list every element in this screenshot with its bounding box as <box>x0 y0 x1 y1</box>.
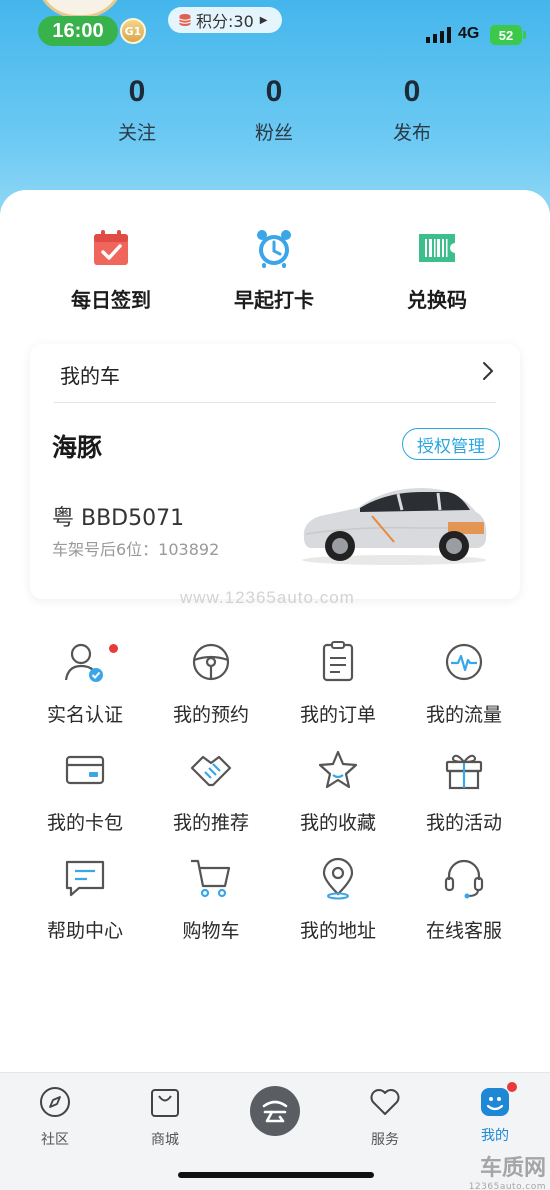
license-plate: 粤 BBD5071 <box>52 506 185 531</box>
tab-mine[interactable]: 我的 <box>455 1082 535 1145</box>
my-referrals[interactable]: 我的推荐 <box>147 748 275 840</box>
home-indicator <box>178 1172 374 1178</box>
tab-label: 我的 <box>481 1128 509 1144</box>
my-car-header[interactable]: 我的车 <box>60 360 120 389</box>
quick-action-label: 每日签到 <box>71 288 151 312</box>
service-label: 我的活动 <box>425 812 502 834</box>
quick-action-label: 兑换码 <box>407 288 467 312</box>
points-label: 积分:30 <box>196 12 254 31</box>
status-bar: 16:00 G1 积分:30 ▶ 4G 52 <box>0 0 550 60</box>
my-address[interactable]: 我的地址 <box>274 856 402 948</box>
handshake-icon <box>190 755 232 787</box>
brand-watermark-url: 12365auto.com <box>468 1182 546 1190</box>
coin-stack-icon <box>179 14 191 26</box>
my-data-usage[interactable]: 我的流量 <box>400 640 528 732</box>
battery-indicator: 52 <box>490 25 526 45</box>
divider <box>54 402 496 403</box>
cloud-logo-icon <box>262 1100 288 1123</box>
daily-checkin-button[interactable]: 每日签到 <box>36 228 186 313</box>
calendar-check-icon <box>94 230 128 265</box>
star-icon <box>318 750 358 789</box>
stat-value: 0 <box>128 75 146 108</box>
caret-right-icon: ▶ <box>259 14 268 26</box>
status-time: 16:00 <box>38 16 118 46</box>
quick-action-label: 早起打卡 <box>234 288 314 312</box>
stat-label: 发布 <box>392 122 431 144</box>
stat-label: 关注 <box>117 122 156 144</box>
steering-wheel-icon <box>192 643 230 681</box>
alarm-clock-icon <box>257 230 291 268</box>
stat-value: 0 <box>403 75 421 108</box>
service-label: 帮助中心 <box>46 920 123 942</box>
barcode-ticket-icon <box>419 234 455 262</box>
profile-icon <box>481 1088 509 1116</box>
vin-last-six: 车架号后6位：103892 <box>52 540 220 559</box>
stat-followers[interactable]: 0 粉丝 <box>219 72 329 145</box>
service-label: 实名认证 <box>46 704 123 726</box>
tab-label: 服务 <box>371 1132 399 1148</box>
redeem-code-button[interactable]: 兑换码 <box>362 228 512 313</box>
my-activities[interactable]: 我的活动 <box>400 748 528 840</box>
heart-icon <box>370 1089 400 1115</box>
tab-label: 社区 <box>41 1132 69 1148</box>
tab-mall[interactable]: 商城 <box>125 1085 205 1149</box>
my-favorites[interactable]: 我的收藏 <box>274 748 402 840</box>
my-card-wallet[interactable]: 我的卡包 <box>21 748 149 840</box>
signal-icon <box>426 27 451 43</box>
service-label: 购物车 <box>182 920 240 942</box>
notification-dot <box>507 1082 517 1092</box>
quick-actions: 每日签到 早起打卡 兑换码 <box>0 228 550 318</box>
user-verified-icon <box>64 643 103 682</box>
shopping-cart-icon <box>191 859 231 898</box>
stat-posts[interactable]: 0 发布 <box>357 72 467 145</box>
car-model-name: 海豚 <box>52 433 103 462</box>
service-label: 我的预约 <box>172 704 249 726</box>
stat-following[interactable]: 0 关注 <box>82 72 192 145</box>
service-label: 在线客服 <box>425 920 502 942</box>
early-rise-button[interactable]: 早起打卡 <box>199 228 349 313</box>
watermark-text: www.12365auto.com <box>180 588 355 607</box>
service-label: 我的地址 <box>299 920 376 942</box>
stat-label: 粉丝 <box>254 122 293 144</box>
brand-watermark-text: 车质网 <box>479 1156 546 1181</box>
location-pin-icon <box>322 857 354 900</box>
points-button[interactable]: 积分:30 ▶ <box>168 7 282 33</box>
tab-service[interactable]: 服务 <box>345 1085 425 1149</box>
tab-home-center[interactable] <box>250 1086 300 1136</box>
help-center[interactable]: 帮助中心 <box>21 856 149 948</box>
authorization-management-button[interactable]: 授权管理 <box>402 428 500 460</box>
service-label: 我的收藏 <box>299 812 376 834</box>
compass-icon <box>40 1087 70 1117</box>
my-orders[interactable]: 我的订单 <box>274 640 402 732</box>
chat-bubble-icon <box>65 860 105 897</box>
notification-dot <box>109 644 118 653</box>
chevron-right-icon[interactable] <box>478 358 498 384</box>
service-label: 我的订单 <box>299 704 376 726</box>
service-label: 我的流量 <box>425 704 502 726</box>
shopping-bag-icon <box>151 1089 179 1117</box>
order-list-icon <box>322 641 354 682</box>
shopping-cart[interactable]: 购物车 <box>147 856 275 948</box>
stat-value: 0 <box>265 75 283 108</box>
gift-icon <box>445 754 483 790</box>
my-car-card[interactable]: 我的车 海豚 授权管理 粤 BBD5071 车架号后6位：103892 <box>30 344 520 599</box>
card-wallet-icon <box>65 755 105 785</box>
real-name-verification[interactable]: 实名认证 <box>21 640 149 732</box>
data-pulse-icon <box>445 643 483 681</box>
my-appointments[interactable]: 我的预约 <box>147 640 275 732</box>
brand-watermark: 车质网 12365auto.com <box>460 1150 546 1190</box>
headset-icon <box>444 859 484 899</box>
car-image <box>302 488 487 565</box>
service-label: 我的卡包 <box>46 812 123 834</box>
online-customer-service[interactable]: 在线客服 <box>400 856 528 948</box>
tab-community[interactable]: 社区 <box>15 1085 95 1149</box>
level-badge[interactable]: G1 <box>120 18 146 44</box>
service-label: 我的推荐 <box>172 812 249 834</box>
tab-label: 商城 <box>151 1132 179 1148</box>
profile-stats: 0 关注 0 粉丝 0 发布 <box>0 72 550 152</box>
network-label: 4G <box>458 25 480 42</box>
